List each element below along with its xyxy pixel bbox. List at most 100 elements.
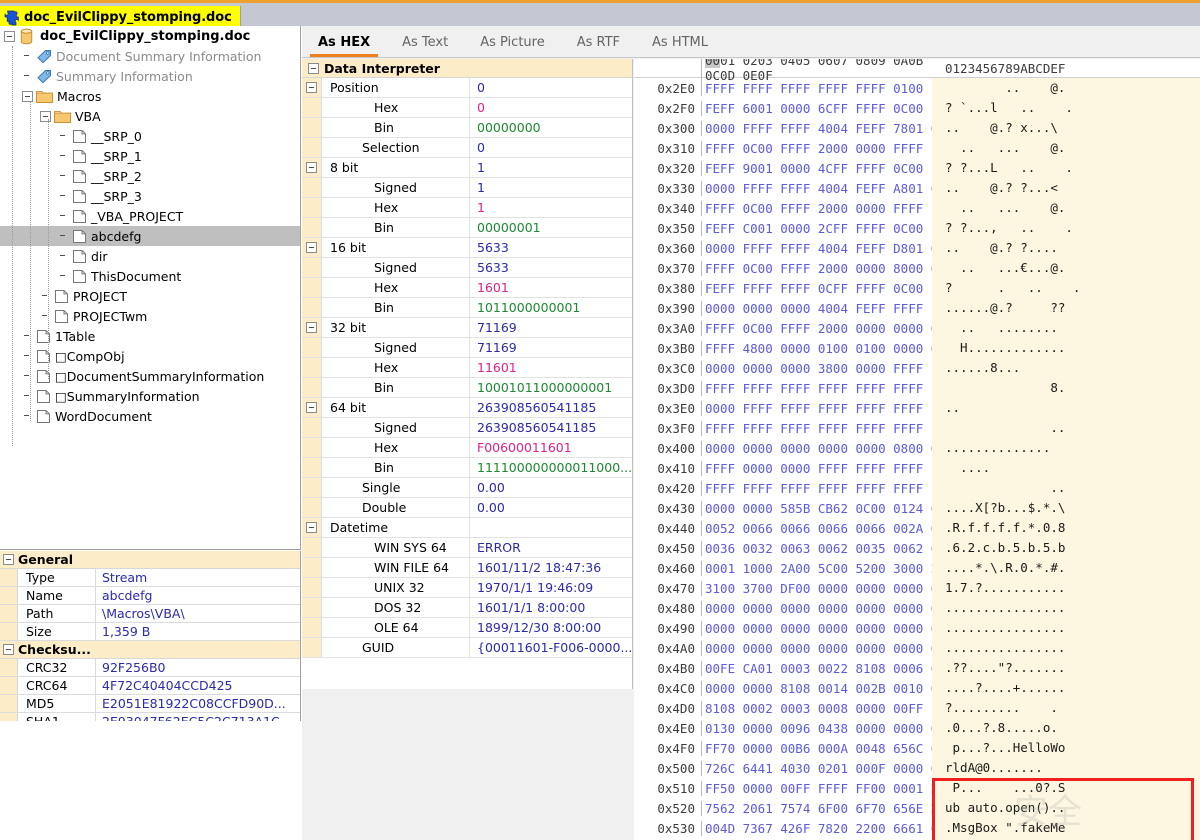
hex-bytes[interactable]: 0000 0000 0000 0000 0000 0000 0000 0000: [701, 601, 932, 616]
hex-row[interactable]: 0x4000000 0000 0000 0000 0000 0800 0400 …: [634, 438, 1200, 458]
hex-row[interactable]: 0x4B000FE CA01 0003 0022 8108 0006 0002 …: [634, 658, 1200, 678]
hex-bytes[interactable]: FFFF FFFF FFFF FFFF FFFF FFFF FFFF 3800: [701, 381, 932, 396]
hex-bytes[interactable]: 726C 6441 4030 0201 000F 0000 00FF FFFF: [701, 761, 932, 776]
tree-item-dir[interactable]: dir: [0, 246, 300, 266]
expand-collapse-icon[interactable]: [22, 91, 33, 102]
property-row[interactable]: CRC3292F256B0: [0, 659, 300, 677]
hex-ascii[interactable]: .R.f.f.f.f.*.0.8: [932, 518, 1200, 538]
data-interpreter-value[interactable]: 1: [470, 198, 632, 217]
hex-row[interactable]: 0x380FEFF FFFF FFFF 0CFF FFFF 0C00 FFFF …: [634, 278, 1200, 298]
collapse-minus-icon[interactable]: [306, 402, 317, 413]
collapse-minus-icon[interactable]: [306, 522, 317, 533]
hex-row[interactable]: 0x4800000 0000 0000 0000 0000 0000 0000 …: [634, 598, 1200, 618]
data-interpreter-row[interactable]: GUID{00011601-F006-0000...: [302, 638, 632, 658]
collapse-minus-icon[interactable]: [308, 63, 319, 74]
data-interpreter-row[interactable]: DOS 321601/1/1 8:00:00: [302, 598, 632, 618]
data-interpreter-row[interactable]: Bin10001011000000001: [302, 378, 632, 398]
hex-bytes[interactable]: 3100 3700 DF00 0000 0000 0000 0000 0000: [701, 581, 932, 596]
hex-bytes[interactable]: FEFF FFFF FFFF 0CFF FFFF 0C00 FFFF 2000: [701, 281, 932, 296]
data-interpreter-row[interactable]: 64 bit263908560541185: [302, 398, 632, 418]
hex-row[interactable]: 0x5207562 2061 7574 6F00 6F70 656E 2829 …: [634, 798, 1200, 818]
hex-ascii[interactable]: H.............: [932, 338, 1200, 358]
collapse-minus-icon[interactable]: [306, 242, 317, 253]
data-interpreter-value[interactable]: 1: [470, 178, 632, 197]
hex-row[interactable]: 0x3900000 0000 0000 4004 FEFF FFFF FFFF …: [634, 298, 1200, 318]
hex-bytes[interactable]: 8108 0002 0003 0008 0000 00FF FFFF FF01: [701, 701, 932, 716]
hex-bytes[interactable]: 0000 0000 0000 4004 FEFF FFFF FFFF FCFE: [701, 301, 932, 316]
hex-ascii[interactable]: .. @.? x...\: [932, 118, 1200, 138]
collapse-minus-icon[interactable]: [3, 554, 14, 565]
hex-row[interactable]: 0x530004D 7367 426F 7820 2200 6661 6B65 …: [634, 818, 1200, 838]
hex-bytes[interactable]: FEFF C001 0000 2CFF FFFF 0C00 FFFF 2000: [701, 221, 932, 236]
hex-ascii[interactable]: 1.7.?...........: [932, 578, 1200, 598]
data-interpreter-value[interactable]: 00000001: [470, 218, 632, 237]
data-interpreter-panel[interactable]: Data Interpreter Position0Hex0Bin0000000…: [302, 59, 633, 689]
data-interpreter-row[interactable]: Single0.00: [302, 478, 632, 498]
expand-collapse-icon[interactable]: [40, 111, 51, 122]
hex-ascii[interactable]: ......8...: [932, 358, 1200, 378]
property-row[interactable]: TypeStream: [0, 569, 300, 587]
hex-row[interactable]: 0x310FFFF 0C00 FFFF 2000 0000 FFFF FFFF …: [634, 138, 1200, 158]
tab-as-text[interactable]: As Text: [386, 35, 464, 57]
hex-bytes[interactable]: 0000 FFFF FFFF 4004 FEFF A801 0000 3CFF: [701, 181, 932, 196]
hex-viewer[interactable]: 0001 0203 0405 0607 0809 0A0B 0C0D 0E0F …: [634, 59, 1200, 840]
hex-row[interactable]: 0x3B0FFFF 4800 0000 0100 0100 0000 0000 …: [634, 338, 1200, 358]
hex-row[interactable]: 0x4400052 0066 0066 0066 0066 002A 0030 …: [634, 518, 1200, 538]
hex-row[interactable]: 0x500726C 6441 4030 0201 000F 0000 00FF …: [634, 758, 1200, 778]
property-group-header[interactable]: General: [0, 551, 300, 569]
hex-bytes[interactable]: FF70 0000 00B6 000A 0048 656C 6C6F 576F: [701, 741, 932, 756]
hex-ascii[interactable]: .. ... @.: [932, 138, 1200, 158]
hex-row[interactable]: 0x3F0FFFF FFFF FFFF FFFF FFFF FFFF FFFF …: [634, 418, 1200, 438]
tab-as-html[interactable]: As HTML: [636, 35, 724, 57]
tree-item--srp-2[interactable]: __SRP_2: [0, 166, 300, 186]
data-interpreter-row[interactable]: Position0: [302, 78, 632, 98]
hex-ascii[interactable]: .??...."?.......: [932, 658, 1200, 678]
property-value[interactable]: Stream: [96, 569, 300, 586]
tree-item--srp-1[interactable]: __SRP_1: [0, 146, 300, 166]
hex-row[interactable]: 0x510FF50 0000 00FF FFFF FF00 0001 30B0 …: [634, 778, 1200, 798]
data-interpreter-value[interactable]: 1601: [470, 278, 632, 297]
hex-ascii[interactable]: .. @.? ?...<: [932, 178, 1200, 198]
hex-row[interactable]: 0x4C00000 0000 8108 0014 002B 0010 0000 …: [634, 678, 1200, 698]
data-interpreter-header[interactable]: Data Interpreter: [302, 59, 632, 78]
hex-ascii[interactable]: P... ...0?.S: [932, 778, 1200, 798]
hex-bytes[interactable]: 0052 0066 0066 0066 0066 002A 0030 0038: [701, 521, 932, 536]
data-interpreter-row[interactable]: 8 bit1: [302, 158, 632, 178]
tree-item-thisdocument[interactable]: ThisDocument: [0, 266, 300, 286]
hex-ascii[interactable]: 8.: [932, 378, 1200, 398]
data-interpreter-row[interactable]: UNIX 321970/1/1 19:46:09: [302, 578, 632, 598]
hex-row[interactable]: 0x4D08108 0002 0003 0008 0000 00FF FFFF …: [634, 698, 1200, 718]
hex-bytes[interactable]: FEFF 9001 0000 4CFF FFFF 0C00 FFFF 2000: [701, 161, 932, 176]
property-group-header[interactable]: Checksu...: [0, 641, 300, 659]
property-value[interactable]: \Macros\VBA\: [96, 605, 300, 622]
storage-tree-panel[interactable]: doc_EvilClippy_stomping.docDocument Summ…: [0, 26, 301, 550]
tree-item-1table[interactable]: 1Table: [0, 326, 300, 346]
hex-ascii[interactable]: ? ?..., .. .: [932, 218, 1200, 238]
data-interpreter-value[interactable]: [470, 518, 632, 537]
hex-ascii[interactable]: ..: [932, 398, 1200, 418]
hex-bytes[interactable]: 0000 0000 0000 0000 0000 0800 0400 FFFF: [701, 441, 932, 456]
hex-bytes[interactable]: FF50 0000 00FF FFFF FF00 0001 30B0 0053: [701, 781, 932, 796]
hex-ascii[interactable]: ....: [932, 458, 1200, 478]
data-interpreter-row[interactable]: Hex1601: [302, 278, 632, 298]
data-interpreter-row[interactable]: 16 bit5633: [302, 238, 632, 258]
data-interpreter-value[interactable]: 111100000000011000...: [470, 458, 632, 477]
hex-row[interactable]: 0x4500036 0032 0063 0062 0035 0062 0035 …: [634, 538, 1200, 558]
hex-row[interactable]: 0x4703100 3700 DF00 0000 0000 0000 0000 …: [634, 578, 1200, 598]
hex-selected-column[interactable]: 00: [705, 59, 720, 68]
data-interpreter-value[interactable]: F00600011601: [470, 438, 632, 457]
collapse-minus-icon[interactable]: [3, 644, 14, 655]
hex-bytes[interactable]: FFFF 4800 0000 0100 0100 0000 0000 0000: [701, 341, 932, 356]
hex-bytes[interactable]: 0000 FFFF FFFF 4004 FEFF D801 0000 1CFF: [701, 241, 932, 256]
data-interpreter-value[interactable]: 00000000: [470, 118, 632, 137]
expand-collapse-icon[interactable]: [4, 31, 15, 42]
hex-ascii[interactable]: .. @.: [932, 78, 1200, 98]
hex-ascii[interactable]: ?......... .: [932, 698, 1200, 718]
properties-panel[interactable]: GeneralTypeStreamNameabcdefgPath\Macros\…: [0, 551, 301, 721]
hex-bytes[interactable]: 0000 0000 8108 0014 002B 0010 0000 0004: [701, 681, 932, 696]
property-value[interactable]: 4F72C40404CCD425: [96, 677, 300, 694]
data-interpreter-value[interactable]: 11601: [470, 358, 632, 377]
data-interpreter-row[interactable]: Signed1: [302, 178, 632, 198]
tree-item-document-summary-information[interactable]: Document Summary Information: [0, 46, 300, 66]
data-interpreter-row[interactable]: Datetime: [302, 518, 632, 538]
